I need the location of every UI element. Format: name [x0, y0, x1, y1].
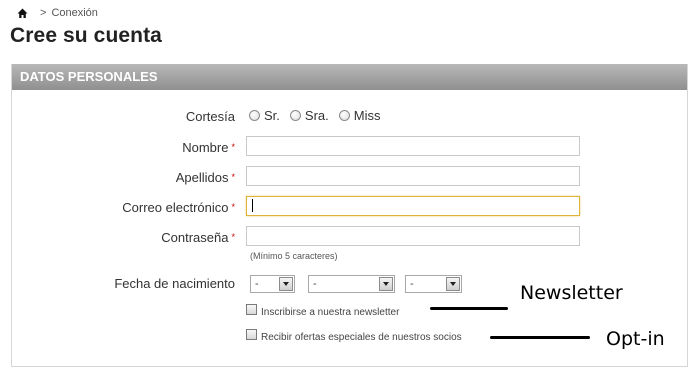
- birthdate-year-value: -: [410, 278, 414, 290]
- newsletter-checkbox[interactable]: [246, 304, 257, 315]
- home-icon[interactable]: [17, 8, 28, 19]
- password-hint: (Mínimo 5 caracteres): [250, 251, 338, 261]
- chevron-down-icon[interactable]: [379, 277, 393, 291]
- chevron-down-icon[interactable]: [446, 277, 460, 291]
- newsletter-callout-text: Newsletter: [520, 282, 623, 304]
- text-caret: [252, 199, 253, 212]
- radio-sr-label: Sr.: [264, 108, 280, 123]
- newsletter-option[interactable]: Inscribirse a nuestra newsletter: [246, 304, 400, 318]
- newsletter-label: Inscribirse a nuestra newsletter: [261, 307, 400, 318]
- email-input[interactable]: [246, 196, 580, 216]
- required-mark: *: [231, 232, 235, 242]
- birthdate-year-select[interactable]: -: [405, 275, 462, 293]
- firstname-label: Nombre *: [182, 140, 235, 155]
- birthdate-label: Fecha de nacimiento: [114, 276, 235, 291]
- panel-header: DATOS PERSONALES: [12, 64, 687, 90]
- radio-sra-circle[interactable]: [289, 110, 301, 121]
- firstname-input[interactable]: [246, 136, 580, 156]
- title-radio-group: Sr. Sra. Miss: [249, 108, 390, 123]
- page-title: Cree su cuenta: [10, 24, 162, 47]
- optin-label: Recibir ofertas especiales de nuestros s…: [261, 332, 462, 343]
- lastname-label: Apellidos *: [175, 170, 235, 185]
- optin-option[interactable]: Recibir ofertas especiales de nuestros s…: [246, 329, 462, 343]
- breadcrumb-current: Conexión: [51, 7, 98, 19]
- radio-sr-circle[interactable]: [249, 110, 260, 121]
- breadcrumb: > Conexión: [17, 6, 98, 20]
- chevron-down-icon[interactable]: [279, 277, 293, 291]
- password-label: Contraseña *: [161, 230, 235, 245]
- birthdate-day-value: -: [255, 278, 259, 290]
- newsletter-callout-line: [430, 307, 508, 310]
- required-mark: *: [231, 202, 235, 212]
- email-label: Correo electrónico *: [122, 200, 235, 215]
- radio-miss[interactable]: Miss: [338, 108, 381, 123]
- birthdate-day-select[interactable]: -: [250, 275, 295, 293]
- radio-sra-label: Sra.: [304, 108, 329, 123]
- title-label: Cortesía: [185, 109, 235, 124]
- radio-miss-circle[interactable]: [338, 110, 350, 121]
- birthdate-month-select[interactable]: -: [308, 275, 395, 293]
- birthdate-month-value: -: [313, 278, 317, 290]
- optin-callout-text: Opt-in: [606, 328, 665, 350]
- breadcrumb-separator: >: [40, 7, 47, 19]
- radio-miss-label: Miss: [353, 108, 381, 123]
- required-mark: *: [231, 142, 235, 152]
- radio-sr[interactable]: Sr.: [249, 108, 280, 123]
- optin-callout-line: [490, 336, 590, 339]
- lastname-input[interactable]: [246, 166, 580, 186]
- radio-sra[interactable]: Sra.: [289, 108, 329, 123]
- required-mark: *: [231, 172, 235, 182]
- optin-checkbox[interactable]: [246, 329, 257, 340]
- password-input[interactable]: [246, 226, 580, 246]
